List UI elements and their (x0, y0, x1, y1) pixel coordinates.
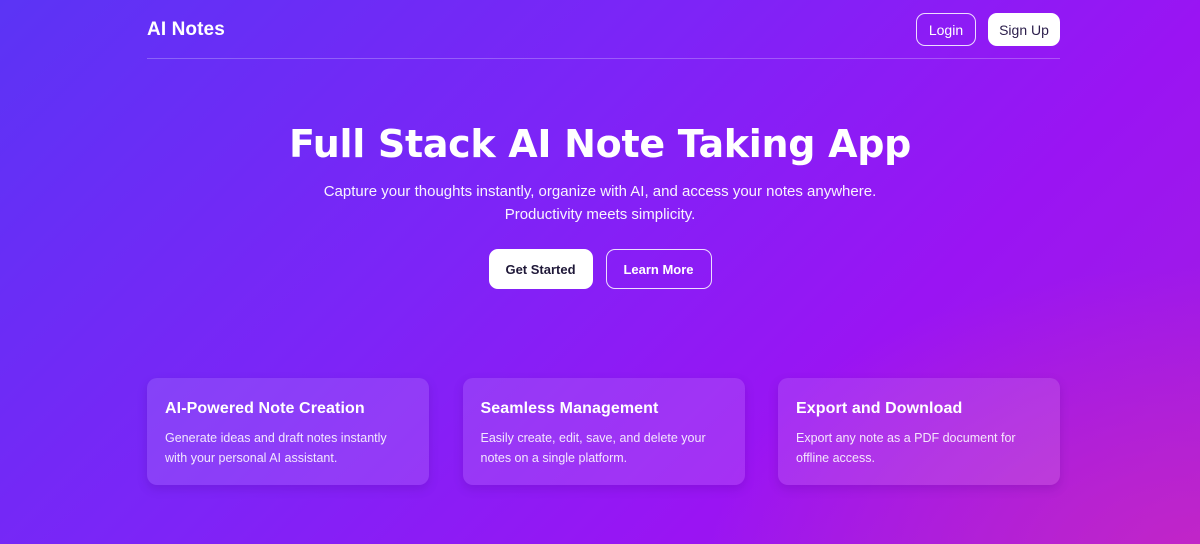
header-actions: Login Sign Up (916, 13, 1060, 46)
get-started-button[interactable]: Get Started (488, 249, 593, 289)
feature-card-title: AI-Powered Note Creation (165, 400, 365, 417)
feature-card-description: Generate ideas and draft notes instantly… (165, 431, 387, 465)
feature-card-description: Export any note as a PDF document for of… (796, 431, 1016, 465)
feature-card-export: Export and Download Export any note as a… (778, 378, 1060, 485)
hero-subtitle: Capture your thoughts instantly, organiz… (323, 183, 877, 223)
feature-card-ai-creation: AI-Powered Note Creation Generate ideas … (147, 378, 429, 485)
feature-card-management: Seamless Management Easily create, edit,… (462, 378, 745, 485)
feature-card-description: Easily create, edit, save, and delete yo… (480, 431, 706, 465)
app-logo[interactable]: AI Notes (147, 19, 225, 41)
signup-button[interactable]: Sign Up (988, 13, 1060, 46)
login-button[interactable]: Login (916, 13, 976, 46)
learn-more-button[interactable]: Learn More (605, 249, 712, 289)
site-header: AI Notes Login Sign Up (147, 0, 1060, 59)
hero-title: Full Stack AI Note Taking App (288, 122, 911, 166)
feature-card-title: Seamless Management (480, 400, 659, 417)
hero-actions: Get Started Learn More (0, 249, 1200, 289)
features-section: AI-Powered Note Creation Generate ideas … (147, 378, 1060, 485)
feature-card-title: Export and Download (796, 400, 963, 417)
hero-section: Full Stack AI Note Taking App Capture yo… (0, 118, 1200, 289)
